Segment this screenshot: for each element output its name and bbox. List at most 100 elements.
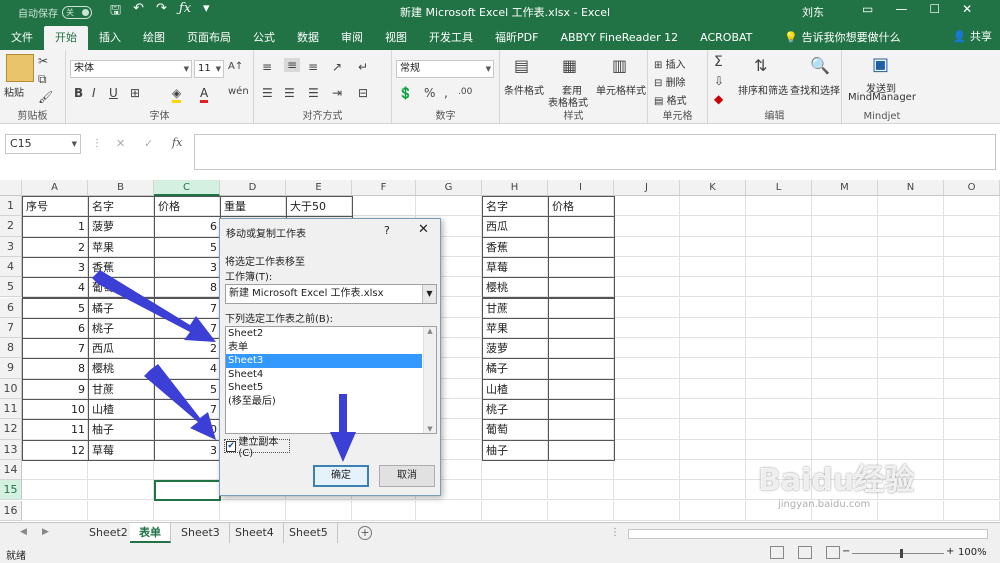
- data-cell[interactable]: 草莓: [482, 256, 549, 279]
- cell[interactable]: [944, 338, 1000, 359]
- cell[interactable]: [22, 480, 88, 501]
- data-cell[interactable]: 名字: [482, 196, 549, 218]
- data-cell[interactable]: 7: [154, 297, 221, 319]
- tab-4[interactable]: 页面布局: [176, 26, 242, 50]
- cell[interactable]: [482, 500, 548, 521]
- table-format-icon[interactable]: ▦: [562, 56, 577, 75]
- tab-12[interactable]: ACROBAT: [689, 26, 763, 50]
- conditional-format-button[interactable]: 条件格式: [504, 82, 544, 97]
- fill-icon[interactable]: ⇩: [714, 74, 724, 88]
- data-cell[interactable]: 柚子: [88, 419, 155, 441]
- cell[interactable]: [680, 358, 746, 379]
- sheet-next-icon[interactable]: ▶: [42, 527, 49, 537]
- cell[interactable]: [746, 399, 812, 420]
- zoom-out-icon[interactable]: −: [842, 546, 850, 557]
- tab-3[interactable]: 绘图: [132, 26, 176, 50]
- tell-me-search[interactable]: 💡 告诉我你想要做什么: [773, 26, 911, 50]
- cancel-button[interactable]: 取消: [379, 465, 435, 487]
- data-cell[interactable]: 甘蔗: [88, 378, 155, 400]
- column-header-O[interactable]: O: [944, 180, 1000, 196]
- row-header-3[interactable]: 3: [0, 236, 22, 257]
- sheet-tab-2[interactable]: Sheet3: [172, 523, 230, 543]
- data-cell[interactable]: 5: [154, 378, 221, 400]
- cell[interactable]: [878, 338, 944, 359]
- row-header-7[interactable]: 7: [0, 317, 22, 339]
- tab-8[interactable]: 视图: [374, 26, 418, 50]
- cell[interactable]: [548, 459, 614, 481]
- sheet-list-item[interactable]: Sheet4: [226, 368, 422, 382]
- mindmanager-button[interactable]: MindManager: [848, 92, 916, 103]
- data-cell[interactable]: 甘蔗: [482, 297, 549, 319]
- sort-filter-button[interactable]: 排序和筛选: [738, 82, 788, 97]
- row-header-16[interactable]: 16: [0, 500, 22, 521]
- ok-button[interactable]: 确定: [313, 465, 369, 487]
- cell[interactable]: [614, 439, 680, 460]
- data-cell[interactable]: [548, 277, 615, 299]
- data-cell[interactable]: 4: [154, 358, 221, 380]
- cell[interactable]: [416, 500, 482, 521]
- cell[interactable]: [680, 419, 746, 440]
- data-cell[interactable]: 山楂: [482, 378, 549, 400]
- row-header-6[interactable]: 6: [0, 297, 22, 318]
- row-header-5[interactable]: 5: [0, 277, 22, 298]
- cell[interactable]: [746, 358, 812, 379]
- data-cell[interactable]: 桃子: [88, 317, 155, 340]
- row-header-15[interactable]: 15: [0, 480, 22, 501]
- data-cell[interactable]: [548, 378, 615, 400]
- data-cell[interactable]: 6: [22, 317, 89, 340]
- share-button[interactable]: 👤 共享: [953, 28, 992, 44]
- insert-function-button[interactable]: fx: [172, 136, 182, 149]
- cell[interactable]: [812, 317, 878, 339]
- data-cell[interactable]: 2: [22, 236, 89, 258]
- cell[interactable]: [88, 459, 154, 481]
- cell[interactable]: [746, 216, 812, 237]
- cell[interactable]: [680, 338, 746, 359]
- column-header-H[interactable]: H: [482, 180, 548, 196]
- cell[interactable]: [680, 459, 746, 481]
- data-cell[interactable]: 价格: [154, 196, 221, 218]
- paste-icon[interactable]: [6, 54, 34, 82]
- wrap-text-icon[interactable]: ↵: [358, 60, 368, 74]
- column-header-I[interactable]: I: [548, 180, 614, 196]
- conditional-format-icon[interactable]: ▤: [514, 56, 529, 75]
- cell[interactable]: [812, 216, 878, 237]
- cell[interactable]: [680, 439, 746, 460]
- data-cell[interactable]: 名字: [88, 196, 155, 218]
- cell[interactable]: [680, 256, 746, 278]
- cell[interactable]: [220, 500, 286, 521]
- page-layout-icon[interactable]: [798, 546, 812, 559]
- cell[interactable]: [680, 216, 746, 237]
- cell[interactable]: [746, 419, 812, 440]
- cell[interactable]: [944, 277, 1000, 298]
- data-cell[interactable]: 6: [154, 216, 221, 238]
- cell[interactable]: [812, 358, 878, 379]
- data-cell[interactable]: 橘子: [482, 358, 549, 380]
- cell[interactable]: [944, 216, 1000, 237]
- cell[interactable]: [812, 256, 878, 278]
- cell[interactable]: [614, 378, 680, 399]
- formula-cancel-icon[interactable]: ✕: [116, 137, 125, 150]
- cell[interactable]: [680, 399, 746, 420]
- sort-filter-icon[interactable]: ⇅: [754, 56, 767, 75]
- cell[interactable]: [878, 378, 944, 399]
- data-cell[interactable]: [548, 439, 615, 461]
- close-icon[interactable]: ✕: [962, 2, 972, 16]
- sheet-list-item[interactable]: Sheet3: [226, 354, 422, 368]
- cell[interactable]: [746, 277, 812, 298]
- normal-view-icon[interactable]: [770, 546, 784, 559]
- sheet-tab-3[interactable]: Sheet4: [226, 523, 284, 543]
- cell[interactable]: [614, 419, 680, 440]
- font-size-combo[interactable]: 11 ▼: [194, 60, 224, 78]
- orientation-icon[interactable]: ↗: [332, 60, 342, 74]
- cell[interactable]: [680, 317, 746, 339]
- data-cell[interactable]: 9: [22, 378, 89, 400]
- cell[interactable]: [680, 236, 746, 257]
- row-header-8[interactable]: 8: [0, 338, 22, 359]
- cell[interactable]: [944, 256, 1000, 278]
- minimize-icon[interactable]: —: [895, 2, 907, 16]
- sheet-list-item[interactable]: (移至最后): [226, 395, 422, 409]
- cell[interactable]: [746, 196, 812, 217]
- autosave-toggle[interactable]: 关: [62, 5, 92, 19]
- cell[interactable]: [746, 317, 812, 339]
- tab-1[interactable]: 开始: [44, 26, 88, 50]
